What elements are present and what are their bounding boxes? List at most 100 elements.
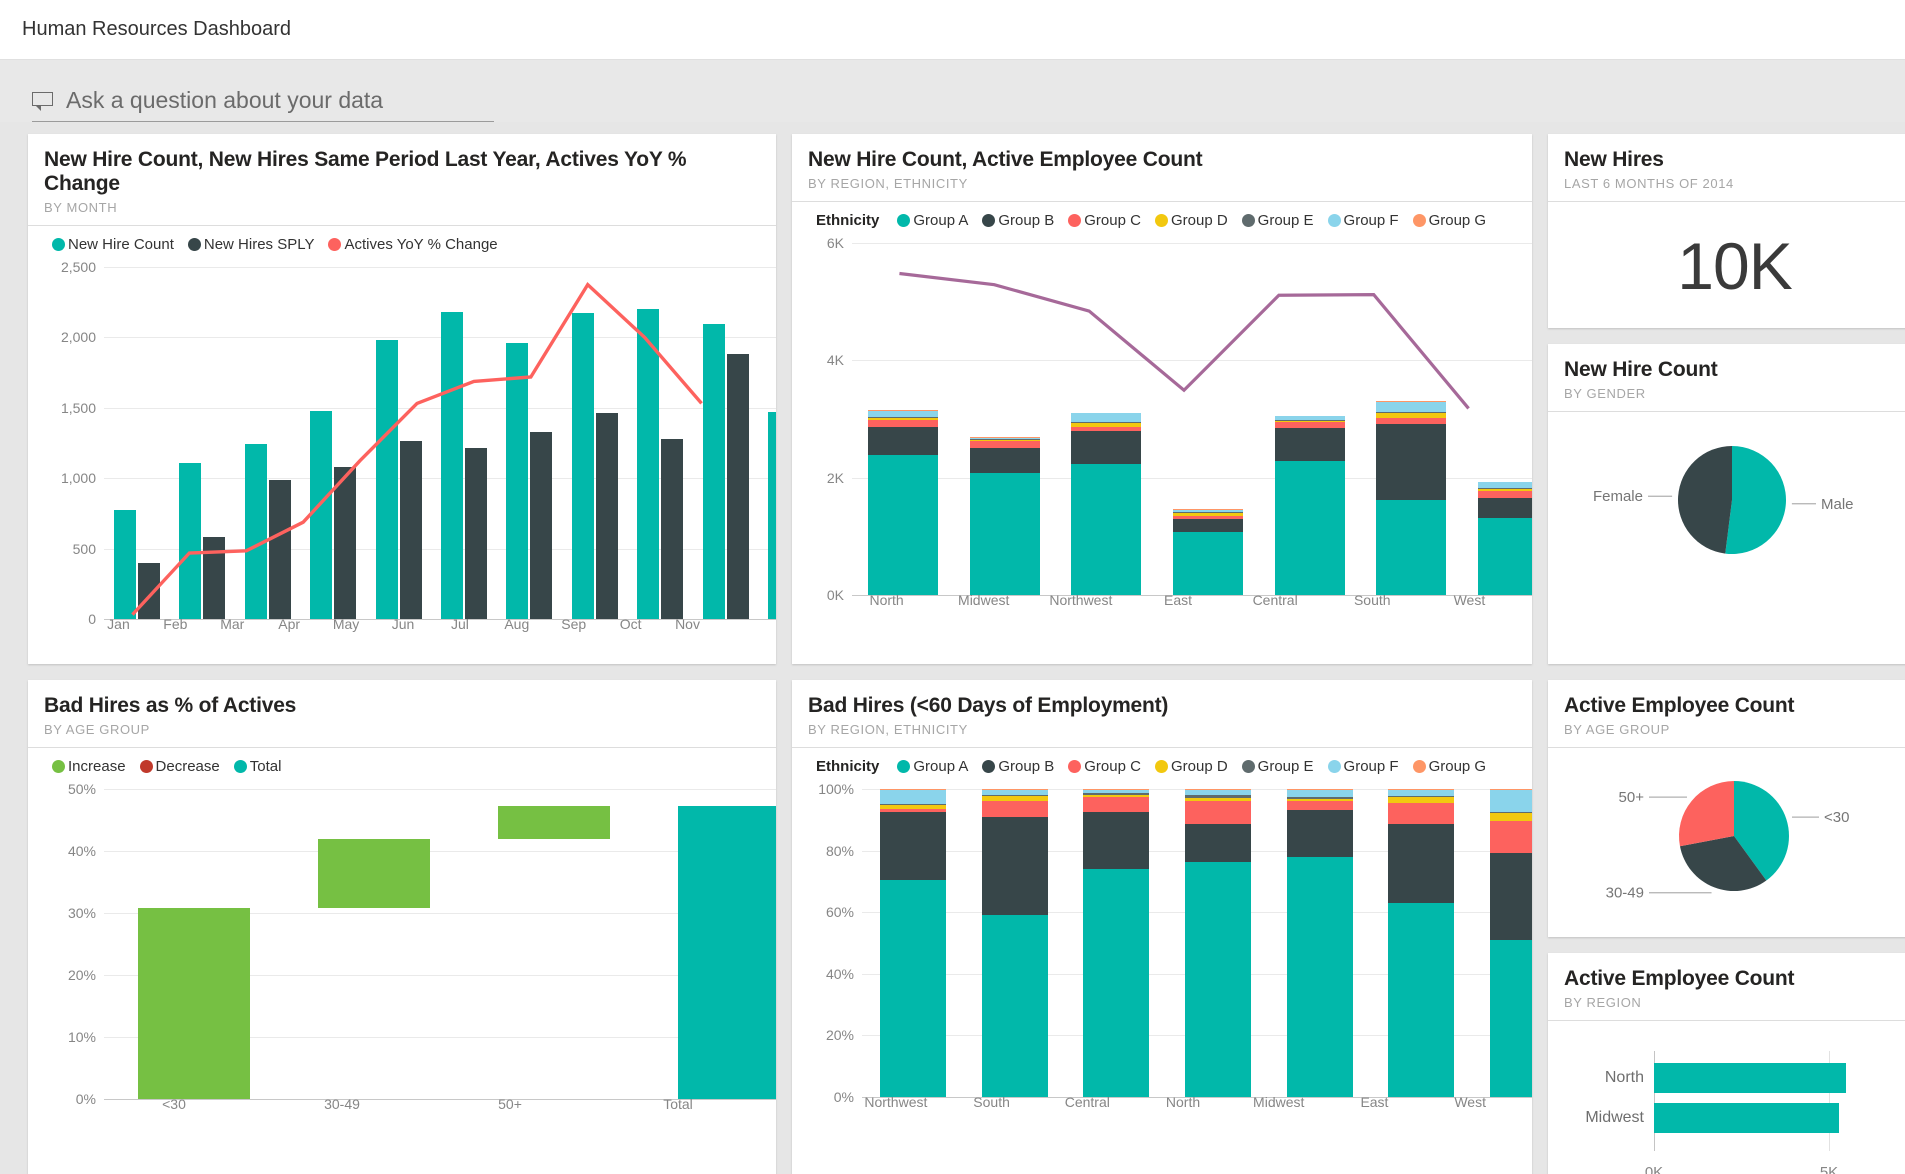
stacked-bar[interactable] — [1287, 789, 1353, 1097]
stacked-bar[interactable] — [1083, 789, 1149, 1097]
legend-swatch — [982, 214, 995, 227]
segment-group-b[interactable] — [1490, 853, 1532, 940]
bar-group[interactable] — [1065, 789, 1167, 1097]
legend-item[interactable]: Group C — [1068, 758, 1141, 775]
tile-title: New Hire Count — [1564, 358, 1905, 382]
tile-new-hire-trend[interactable]: New Hire Count, New Hires Same Period La… — [28, 134, 776, 664]
bar-row[interactable]: North — [1574, 1063, 1877, 1093]
legend-item[interactable]: Group A — [897, 758, 968, 775]
bar-group[interactable] — [104, 789, 284, 1099]
segment-group-a[interactable] — [880, 880, 946, 1097]
legend-item-label: Decrease — [156, 758, 220, 775]
tile-header: New Hire Count BY GENDER — [1548, 344, 1905, 412]
legend-item[interactable]: Group D — [1155, 758, 1228, 775]
pie-slice-50-[interactable] — [1679, 781, 1734, 846]
segment-group-c[interactable] — [1490, 821, 1532, 853]
legend-item[interactable]: Decrease — [140, 758, 220, 775]
tile-active-region[interactable]: Active Employee Count BY REGION NorthMid… — [1548, 953, 1905, 1174]
tile-bad-hires-pct[interactable]: Bad Hires as % of Actives BY AGE GROUP I… — [28, 680, 776, 1174]
stacked-bar[interactable] — [1185, 789, 1251, 1097]
legend-item[interactable]: Group D — [1155, 212, 1228, 229]
segment-group-c[interactable] — [1185, 801, 1251, 824]
segment-group-a[interactable] — [1287, 857, 1353, 1097]
bar-group[interactable] — [284, 789, 464, 1099]
tile-active-age[interactable]: Active Employee Count BY AGE GROUP <3030… — [1548, 680, 1905, 937]
pie-slice-female[interactable] — [1678, 446, 1732, 554]
bar-group[interactable] — [1167, 789, 1269, 1097]
y-axis-tick-label: 20% — [68, 967, 104, 983]
bar-group[interactable] — [759, 267, 776, 619]
bar-group[interactable] — [964, 789, 1066, 1097]
legend-item[interactable]: Group A — [897, 212, 968, 229]
segment-group-f[interactable] — [1490, 790, 1532, 812]
segment-group-d[interactable] — [1490, 813, 1532, 821]
segment-group-b[interactable] — [1083, 812, 1149, 869]
x-axis-tick-label: Central — [1227, 592, 1324, 608]
legend-item[interactable]: Group E — [1242, 212, 1314, 229]
bar-group[interactable] — [464, 789, 644, 1099]
segment-group-a[interactable] — [1490, 940, 1532, 1097]
segment-group-b[interactable] — [982, 817, 1048, 915]
waterfall-bar[interactable] — [318, 839, 430, 908]
x-axis-tick-label: Central — [1039, 1094, 1135, 1110]
pie-slice-male[interactable] — [1725, 446, 1786, 554]
segment-group-a[interactable] — [1083, 869, 1149, 1097]
stacked-bar[interactable] — [982, 789, 1048, 1097]
segment-group-b[interactable] — [1287, 810, 1353, 857]
y-axis-tick-label: 500 — [73, 541, 104, 557]
segment-group-f[interactable] — [1287, 790, 1353, 797]
waterfall-bar[interactable] — [678, 806, 776, 1099]
tile-bad-hires-region[interactable]: Bad Hires (<60 Days of Employment) BY RE… — [792, 680, 1532, 1174]
legend-item[interactable]: Group B — [982, 758, 1054, 775]
segment-group-f[interactable] — [880, 790, 946, 804]
bar-group[interactable] — [1371, 789, 1473, 1097]
y-axis-tick-label: 2,500 — [61, 259, 104, 275]
legend-item[interactable]: Actives YoY % Change — [328, 236, 497, 253]
segment-group-b[interactable] — [1185, 824, 1251, 863]
segment-group-a[interactable] — [1185, 862, 1251, 1097]
legend-item[interactable]: Group C — [1068, 212, 1141, 229]
stacked-bar[interactable] — [880, 789, 946, 1097]
combo-chart: 05001,0001,5002,0002,5004 %6 %8 %10 % — [104, 267, 776, 619]
segment-group-c[interactable] — [1388, 803, 1454, 824]
segment-group-c[interactable] — [1083, 797, 1149, 812]
segment-group-c[interactable] — [1287, 801, 1353, 810]
segment-group-b[interactable] — [1388, 824, 1454, 903]
legend-item[interactable]: Total — [234, 758, 282, 775]
x-axis-tick-label: Oct — [602, 616, 659, 632]
legend-item[interactable]: Group F — [1328, 758, 1399, 775]
legend-item[interactable]: Increase — [52, 758, 126, 775]
bar-new-hire-count[interactable] — [768, 412, 776, 619]
legend-item[interactable]: New Hires SPLY — [188, 236, 315, 253]
stacked-bar[interactable] — [1490, 789, 1532, 1097]
segment-group-a[interactable] — [1388, 903, 1454, 1097]
qna-input[interactable]: Ask a question about your data — [32, 87, 494, 122]
bar-new-hires-sply[interactable] — [727, 354, 749, 619]
waterfall-bar[interactable] — [498, 806, 610, 839]
legend-item[interactable]: Group G — [1413, 212, 1487, 229]
x-axis-tick-label: East — [1129, 592, 1226, 608]
bar-group[interactable] — [644, 789, 776, 1099]
speech-bubble-icon — [32, 92, 54, 110]
segment-group-a[interactable] — [982, 915, 1048, 1097]
tile-new-hire-gender[interactable]: New Hire Count BY GENDER MaleFemale — [1548, 344, 1905, 664]
legend-item[interactable]: Group G — [1413, 758, 1487, 775]
tile-new-hires-card[interactable]: New Hires LAST 6 MONTHS OF 2014 10K — [1548, 134, 1905, 328]
legend-item[interactable]: Group F — [1328, 212, 1399, 229]
bar-group[interactable] — [1269, 789, 1371, 1097]
segment-group-b[interactable] — [880, 812, 946, 880]
bar-midwest[interactable] — [1654, 1103, 1839, 1133]
legend-item[interactable]: Group B — [982, 212, 1054, 229]
age-group-pie-chart: <3030-4950+ — [1562, 758, 1903, 918]
bar-north[interactable] — [1654, 1063, 1846, 1093]
segment-group-c[interactable] — [982, 801, 1048, 817]
legend-item[interactable]: Group E — [1242, 758, 1314, 775]
tile-new-hire-region[interactable]: New Hire Count, Active Employee Count BY… — [792, 134, 1532, 664]
legend-item[interactable]: New Hire Count — [52, 236, 174, 253]
legend-item-label: Group D — [1171, 758, 1228, 775]
waterfall-bar[interactable] — [138, 908, 250, 1099]
stacked-bar[interactable] — [1388, 789, 1454, 1097]
bar-group[interactable] — [1472, 789, 1532, 1097]
bar-row[interactable]: Midwest — [1574, 1103, 1877, 1133]
bar-group[interactable] — [862, 789, 964, 1097]
